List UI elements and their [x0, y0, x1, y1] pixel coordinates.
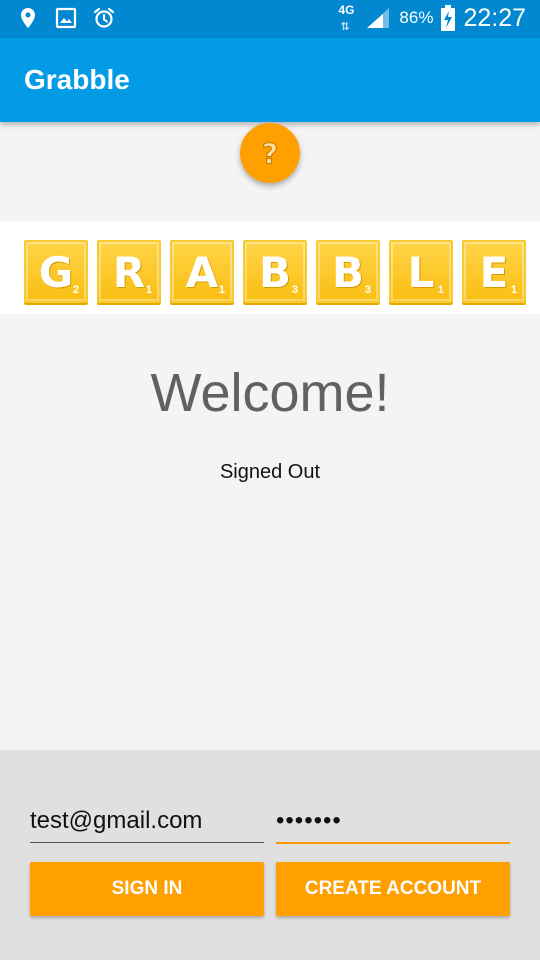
clock: 22:27	[463, 3, 526, 32]
svg-text:?: ?	[262, 138, 278, 168]
password-field[interactable]	[276, 800, 510, 844]
network-type: 4G	[338, 3, 355, 17]
sign-in-status: Signed Out	[219, 461, 321, 483]
sign-in-button[interactable]: SIGN IN	[30, 862, 264, 916]
tile-points: 3	[364, 284, 371, 296]
network-indicator: 4G ⇅	[335, 3, 357, 33]
status-bar: 4G ⇅ 86% 22:27	[0, 0, 540, 38]
battery-charging-icon	[441, 5, 456, 31]
logo-tile: B 3	[316, 240, 380, 303]
tile-points: 1	[510, 284, 517, 296]
help-button[interactable]: ?	[240, 123, 300, 183]
tile-points: 1	[145, 284, 152, 296]
alarm-icon	[93, 7, 115, 28]
data-arrows-icon: ⇅	[340, 21, 349, 33]
logo-tile: A 1	[170, 240, 234, 303]
question-icon: ?	[261, 138, 278, 168]
status-right-icons: 4G ⇅ 86% 22:27	[335, 3, 526, 33]
signal-icon	[367, 8, 390, 28]
welcome-heading: Welcome!	[150, 363, 390, 423]
tile-points: 1	[218, 284, 225, 296]
tile-points: 2	[72, 284, 79, 296]
logo-tile: B 3	[243, 240, 307, 303]
grabble-logo: G 2 R 1 A 1 B 3 B 3 L 1 E 1	[0, 221, 540, 314]
app-title: Grabble	[24, 64, 130, 95]
status-left-icons	[16, 6, 116, 30]
tile-points: 3	[291, 284, 298, 296]
tile-points: 1	[437, 284, 444, 296]
location-icon	[21, 8, 35, 28]
logo-tile: G 2	[24, 240, 88, 303]
gallery-icon	[55, 7, 77, 29]
logo-tile: L 1	[389, 240, 453, 303]
email-field[interactable]	[30, 800, 264, 843]
battery-percent: 86%	[399, 8, 434, 27]
logo-tile: R 1	[97, 240, 161, 303]
create-account-button[interactable]: CREATE ACCOUNT	[276, 862, 510, 916]
app-bar: Grabble	[0, 38, 540, 122]
logo-tile: E 1	[462, 240, 526, 303]
login-panel: SIGN IN CREATE ACCOUNT	[0, 750, 540, 960]
